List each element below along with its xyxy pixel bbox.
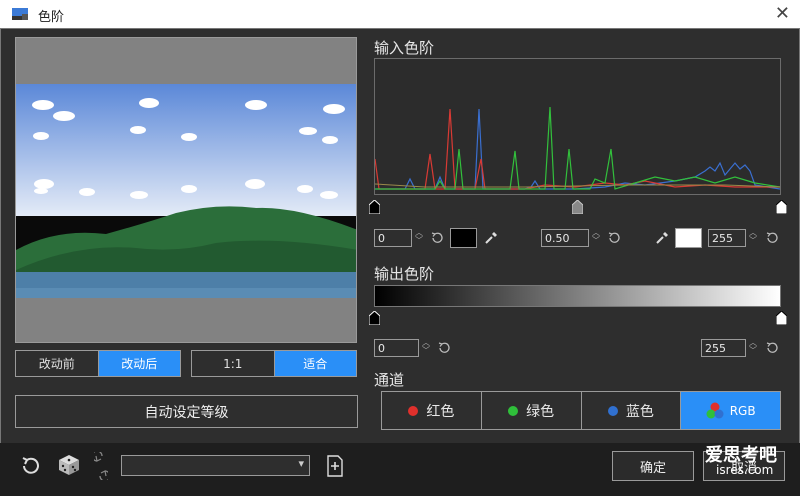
channel-label: 通道 bbox=[374, 371, 405, 389]
window-title: 色阶 bbox=[38, 10, 65, 25]
input-gamma-reset-icon[interactable] bbox=[607, 231, 621, 245]
after-button[interactable]: 改动后 bbox=[97, 351, 180, 376]
rgb-dots-icon bbox=[706, 402, 724, 418]
output-white-stepper[interactable]: ︿ ﹀ bbox=[748, 339, 758, 357]
input-gamma-stepper[interactable]: ︿ ﹀ bbox=[591, 229, 601, 247]
input-black-stepper[interactable]: ︿ ﹀ bbox=[414, 229, 424, 247]
before-button[interactable]: 改动前 bbox=[16, 351, 98, 376]
white-eyedropper-icon[interactable] bbox=[655, 231, 669, 245]
close-icon[interactable]: ✕ bbox=[775, 3, 790, 24]
channel-selector: 红色 绿色 蓝色 RGB bbox=[381, 391, 781, 430]
undo-redo-icon[interactable] bbox=[94, 452, 108, 480]
channel-green-label: 绿色 bbox=[526, 403, 555, 420]
watermark-url: isres.com bbox=[716, 463, 774, 477]
black-point-swatch[interactable] bbox=[450, 228, 477, 248]
input-gamma-thumb[interactable] bbox=[572, 200, 583, 214]
input-white-field[interactable]: 255 bbox=[708, 229, 746, 247]
histogram-plot bbox=[374, 106, 781, 190]
channel-rgb-button[interactable]: RGB bbox=[680, 392, 780, 429]
preview-landscape-image bbox=[16, 38, 356, 342]
channel-green-button[interactable]: 绿色 bbox=[480, 392, 581, 429]
zoom-toggle: 1:1 适合 bbox=[191, 350, 357, 377]
reset-all-icon[interactable] bbox=[19, 455, 41, 477]
green-dot-icon bbox=[508, 405, 519, 416]
input-black-thumb[interactable] bbox=[369, 200, 380, 214]
preset-dropdown[interactable]: ▾ bbox=[121, 455, 310, 476]
add-preset-icon[interactable] bbox=[326, 455, 344, 477]
input-white-reset-icon[interactable] bbox=[765, 231, 779, 245]
levels-app-icon bbox=[12, 8, 28, 20]
image-preview bbox=[15, 37, 357, 343]
red-dot-icon bbox=[408, 405, 419, 416]
channel-blue-label: 蓝色 bbox=[625, 403, 654, 420]
output-black-stepper[interactable]: ︿ ﹀ bbox=[421, 339, 431, 357]
input-gamma-field[interactable]: 0.50 bbox=[541, 229, 589, 247]
channel-red-button[interactable]: 红色 bbox=[382, 392, 481, 429]
input-black-field[interactable]: 0 bbox=[374, 229, 412, 247]
input-white-stepper[interactable]: ︿ ﹀ bbox=[748, 229, 758, 247]
channel-red-label: 红色 bbox=[426, 403, 455, 420]
zoom-1to1-button[interactable]: 1:1 bbox=[192, 351, 274, 376]
output-white-thumb[interactable] bbox=[776, 311, 787, 325]
input-levels-label: 输入色阶 bbox=[374, 39, 435, 57]
input-black-reset-icon[interactable] bbox=[430, 231, 444, 245]
chevron-down-icon: ▾ bbox=[298, 457, 304, 470]
histogram bbox=[374, 58, 781, 195]
channel-rgb-label: RGB bbox=[729, 403, 756, 418]
title-bar: 色阶 ✕ bbox=[0, 0, 800, 28]
output-white-field[interactable]: 255 bbox=[701, 339, 746, 357]
output-white-reset-icon[interactable] bbox=[765, 341, 779, 355]
ok-button[interactable]: 确定 bbox=[612, 451, 694, 481]
dice-random-icon[interactable] bbox=[57, 453, 81, 477]
auto-levels-button[interactable]: 自动设定等级 bbox=[15, 395, 358, 428]
output-black-reset-icon[interactable] bbox=[437, 341, 451, 355]
blue-dot-icon bbox=[607, 405, 618, 416]
zoom-fit-button[interactable]: 适合 bbox=[273, 351, 356, 376]
output-black-thumb[interactable] bbox=[369, 311, 380, 325]
output-levels-label: 输出色阶 bbox=[374, 265, 435, 283]
output-black-field[interactable]: 0 bbox=[374, 339, 419, 357]
white-point-swatch[interactable] bbox=[675, 228, 702, 248]
channel-blue-button[interactable]: 蓝色 bbox=[580, 392, 681, 429]
input-white-thumb[interactable] bbox=[776, 200, 787, 214]
black-eyedropper-icon[interactable] bbox=[484, 231, 498, 245]
output-gradient-bar bbox=[374, 285, 781, 307]
compare-toggle: 改动前 改动后 bbox=[15, 350, 181, 377]
